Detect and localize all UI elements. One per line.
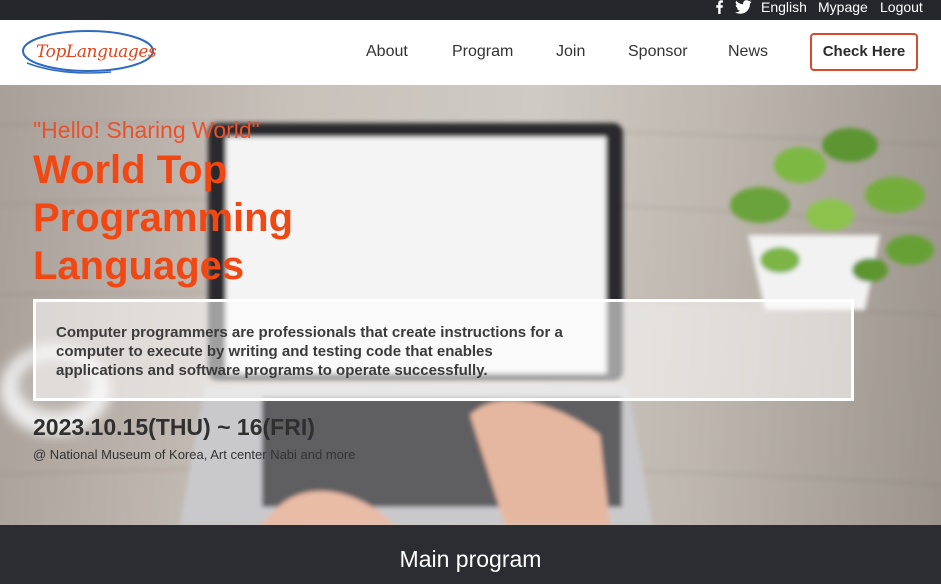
event-date: 2023.10.15(THU) ~ 16(FRI) — [33, 414, 315, 440]
hero-description: Computer programmers are professionals t… — [56, 324, 563, 379]
hero-title: World Top Programming Languages — [33, 148, 294, 288]
hero-banner: "Hello! Sharing World" World Top Program… — [0, 85, 941, 525]
nav-join[interactable]: Join — [556, 43, 585, 61]
nav-sponsor[interactable]: Sponsor — [628, 43, 688, 61]
utility-bar: English Mypage Logout — [0, 0, 941, 20]
logout-link[interactable]: Logout — [880, 0, 923, 16]
logo-text: TopLanguages — [36, 42, 157, 62]
nav-news[interactable]: News — [728, 43, 768, 61]
main-program-heading: Main program — [399, 546, 542, 572]
hero-tagline: "Hello! Sharing World" — [33, 117, 260, 143]
site-header: TopLanguages About Program Join Sponsor … — [0, 20, 941, 85]
check-here-button[interactable]: Check Here — [810, 33, 918, 71]
site-logo[interactable]: TopLanguages — [21, 28, 157, 78]
mypage-link[interactable]: Mypage — [818, 0, 868, 16]
nav-program[interactable]: Program — [452, 43, 513, 61]
nav-about[interactable]: About — [366, 43, 408, 61]
language-link[interactable]: English — [761, 0, 807, 16]
hero-description-box: Computer programmers are professionals t… — [33, 299, 854, 401]
facebook-icon[interactable] — [713, 0, 731, 16]
twitter-icon[interactable] — [735, 0, 753, 16]
event-venue: @ National Museum of Korea, Art center N… — [33, 447, 356, 462]
main-program-section: Main program — [0, 525, 941, 584]
